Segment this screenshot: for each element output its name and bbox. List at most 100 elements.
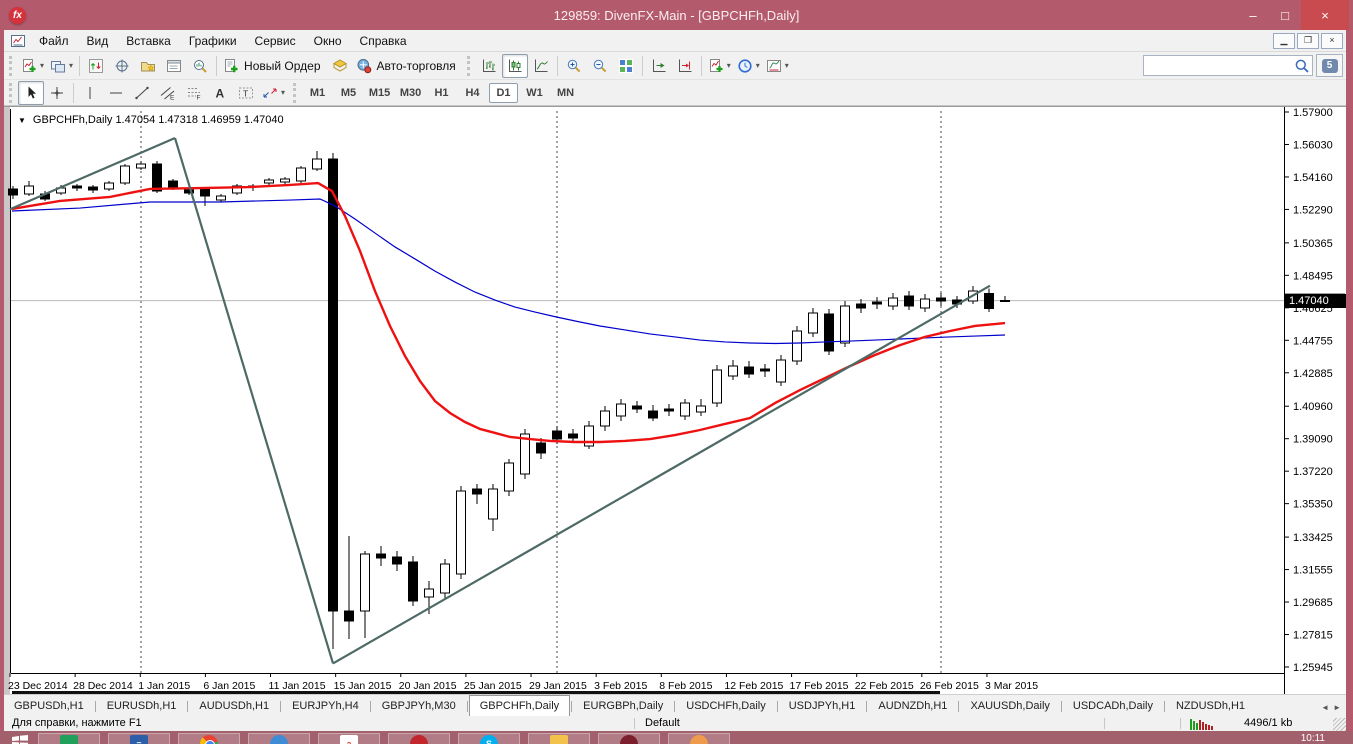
mql5-community-button[interactable]: 5: [1316, 54, 1343, 77]
taskbar-blue-doc-app[interactable]: ≡: [108, 733, 170, 744]
taskbar-chrome[interactable]: [178, 733, 240, 744]
metaeditor-button[interactable]: [327, 54, 353, 78]
menu-справка[interactable]: Справка: [351, 32, 416, 50]
search-box: [1143, 55, 1313, 76]
timeframe-w1-button[interactable]: W1: [520, 83, 549, 103]
chart-tab-usdjpyh[interactable]: USDJPYh,H1: [779, 697, 866, 716]
timeframe-d1-button[interactable]: D1: [489, 82, 519, 103]
chevron-down-icon[interactable]: ▾: [281, 88, 285, 97]
timeframe-m30-button[interactable]: M30: [396, 83, 425, 103]
equidistant-channel-tool-button[interactable]: E: [155, 81, 181, 105]
trendline-tool-button[interactable]: [129, 81, 155, 105]
menu-файл[interactable]: Файл: [30, 32, 78, 50]
taskbar-folder-app[interactable]: [528, 733, 590, 744]
timeframe-m1-button[interactable]: M1: [303, 83, 332, 103]
toolbar-drag-handle[interactable]: [9, 55, 16, 76]
maximize-button[interactable]: □: [1269, 0, 1301, 30]
navigator-button[interactable]: [135, 54, 161, 78]
close-button[interactable]: ×: [1301, 0, 1349, 30]
timeframe-m15-button[interactable]: M15: [365, 83, 394, 103]
taskbar-blue-circle-app[interactable]: [248, 733, 310, 744]
symbol-dropdown-icon[interactable]: ▼: [18, 116, 26, 125]
chart-tab-audnzdh[interactable]: AUDNZDh,H1: [868, 697, 957, 716]
price-axis[interactable]: 1.57900 1.56030 1.54160 1.52290 1.50365 1.484…: [1284, 107, 1333, 674]
autotrading-button[interactable]: Авто-торговля: [353, 54, 462, 78]
chevron-down-icon[interactable]: ▾: [40, 61, 44, 70]
chart-tab-usdchfh[interactable]: USDCHFh,Daily: [676, 697, 775, 716]
fibonacci-tool-button[interactable]: F: [181, 81, 207, 105]
new-chart-button[interactable]: ▾: [18, 54, 47, 78]
toolbar-drag-handle[interactable]: [293, 82, 300, 103]
chart-tab-gbpusdh[interactable]: GBPUSDh,H1: [4, 697, 94, 716]
taskbar-orange-circle-app[interactable]: [668, 733, 730, 744]
trendline-3[interactable]: [332, 284, 991, 665]
chevron-down-icon[interactable]: ▾: [69, 61, 73, 70]
horizontal-line-tool-button[interactable]: [103, 81, 129, 105]
toolbar-drag-handle[interactable]: [466, 55, 474, 76]
minimize-button[interactable]: –: [1237, 0, 1269, 30]
timeframe-h4-button[interactable]: H4: [458, 83, 487, 103]
crosshair-tool-button[interactable]: [44, 81, 70, 105]
chart-tab-eurusdh[interactable]: EURUSDh,H1: [97, 697, 187, 716]
taskbar-red-a-app[interactable]: a: [318, 733, 380, 744]
chart-tab-nzdusdh[interactable]: NZDUSDh,H1: [1166, 697, 1255, 716]
chart-profiles-button[interactable]: ▾: [47, 54, 76, 78]
menu-вставка[interactable]: Вставка: [117, 32, 180, 50]
market-watch-button[interactable]: [83, 54, 109, 78]
timeframe-mn-button[interactable]: MN: [551, 83, 580, 103]
cursor-tool-button[interactable]: [18, 80, 44, 105]
vertical-line-tool-button[interactable]: [77, 81, 103, 105]
chart-tab-usdcadh[interactable]: USDCADh,Daily: [1063, 697, 1163, 716]
auto-scroll-button[interactable]: [646, 54, 672, 78]
price-chart[interactable]: 1.57900 1.56030 1.54160 1.52290 1.50365 1.484…: [4, 107, 1346, 695]
menu-вид[interactable]: Вид: [78, 32, 118, 50]
chevron-down-icon[interactable]: ▾: [785, 61, 789, 70]
arrows-tool-button[interactable]: ▾: [259, 81, 288, 105]
terminal-button[interactable]: [161, 54, 187, 78]
timeframe-h1-button[interactable]: H1: [427, 83, 456, 103]
chart-type-line-button[interactable]: [528, 54, 554, 78]
timeframe-m5-button[interactable]: M5: [334, 83, 363, 103]
zoom-out-button[interactable]: [587, 54, 613, 78]
taskbar-skype[interactable]: S: [458, 733, 520, 744]
taskbar-green-app[interactable]: [38, 733, 100, 744]
chevron-down-icon[interactable]: ▾: [727, 61, 731, 70]
text-tool-button[interactable]: A: [207, 81, 233, 105]
menu-сервис[interactable]: Сервис: [246, 32, 305, 50]
chart-tab-gbpchfh[interactable]: GBPCHFh,Daily: [468, 695, 571, 716]
new-order-button[interactable]: Новый Ордер: [220, 54, 326, 78]
chart-type-bars-button[interactable]: [476, 54, 502, 78]
trendline-2[interactable]: [173, 137, 335, 664]
resize-grip[interactable]: [1333, 718, 1346, 731]
text-label-tool-button[interactable]: T: [233, 81, 259, 105]
indicators-list-button[interactable]: ▾: [705, 54, 734, 78]
templates-button[interactable]: ▾: [763, 54, 792, 78]
menu-окно[interactable]: Окно: [305, 32, 351, 50]
periods-button[interactable]: ▾: [734, 54, 763, 78]
child-close-button[interactable]: ×: [1321, 32, 1343, 49]
taskbar-dark-red-ring-app[interactable]: [388, 733, 450, 744]
chart-tab-eurgbph[interactable]: EURGBPh,Daily: [573, 697, 673, 716]
status-profile[interactable]: Default: [645, 717, 680, 729]
tile-windows-button[interactable]: [613, 54, 639, 78]
taskbar-maroon-circle-app[interactable]: [598, 733, 660, 744]
child-minimize-button[interactable]: ▁: [1273, 32, 1295, 49]
data-window-button[interactable]: [109, 54, 135, 78]
chart-tab-eurjpyh[interactable]: EURJPYh,H4: [282, 697, 369, 716]
chart-tab-gbpjpyh[interactable]: GBPJPYh,M30: [372, 697, 466, 716]
menu-графики[interactable]: Графики: [180, 32, 246, 50]
tabs-scroll-left-button[interactable]: ◄: [1321, 703, 1329, 712]
child-restore-button[interactable]: ❐: [1297, 32, 1319, 49]
chart-type-candles-button[interactable]: [501, 53, 528, 78]
chevron-down-icon[interactable]: ▾: [756, 61, 760, 70]
search-input[interactable]: [1144, 59, 1294, 72]
chart-shift-button[interactable]: [672, 54, 698, 78]
chart-tab-audusdh[interactable]: AUDUSDh,H1: [189, 697, 279, 716]
chart-tab-xauusdh[interactable]: XAUUSDh,Daily: [960, 697, 1059, 716]
start-button[interactable]: [12, 734, 28, 744]
zoom-in-button[interactable]: [561, 54, 587, 78]
toolbar-drag-handle[interactable]: [9, 82, 16, 103]
strategy-tester-button[interactable]: [187, 54, 213, 78]
tabs-scroll-right-button[interactable]: ►: [1333, 703, 1341, 712]
date-axis[interactable]: 23 Dec 2014 28 Dec 2014 1 Jan 2015 6 Jan 20…: [8, 673, 1038, 692]
